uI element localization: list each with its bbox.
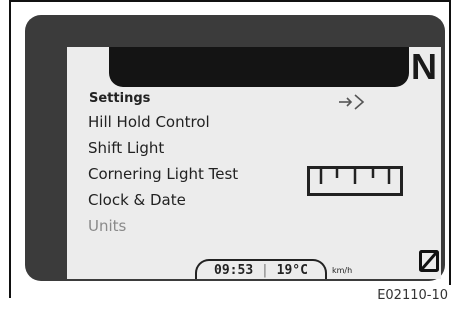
frame-line-right bbox=[449, 0, 451, 285]
status-separator: | bbox=[253, 263, 277, 278]
ruler-icon bbox=[307, 166, 403, 196]
frame-line-left bbox=[9, 0, 11, 298]
menu-item-hill-hold-control[interactable]: Hill Hold Control bbox=[88, 113, 210, 131]
status-bar: 09:53 | 19°C bbox=[195, 259, 327, 279]
clock-time: 09:53 bbox=[214, 263, 254, 278]
menu-item-units[interactable]: Units bbox=[88, 217, 126, 235]
temperature: 19°C bbox=[276, 263, 308, 278]
speed-unit: km/h bbox=[332, 266, 353, 275]
arrow-enter-icon[interactable] bbox=[337, 92, 367, 112]
menu-item-cornering-light-test[interactable]: Cornering Light Test bbox=[88, 165, 238, 183]
slashed-box-icon bbox=[419, 250, 439, 272]
frame-line-top bbox=[9, 0, 451, 2]
menu-title: Settings bbox=[89, 91, 151, 106]
top-banner bbox=[109, 47, 409, 87]
figure-reference: E02110-10 bbox=[377, 288, 448, 303]
dashboard-screen: N Settings Hill Hold Control Shift Light… bbox=[67, 47, 441, 279]
dashboard-bezel: N Settings Hill Hold Control Shift Light… bbox=[25, 15, 445, 281]
menu-item-shift-light[interactable]: Shift Light bbox=[88, 139, 164, 157]
menu-item-clock-date[interactable]: Clock & Date bbox=[88, 191, 186, 209]
gear-indicator: N bbox=[411, 47, 437, 87]
